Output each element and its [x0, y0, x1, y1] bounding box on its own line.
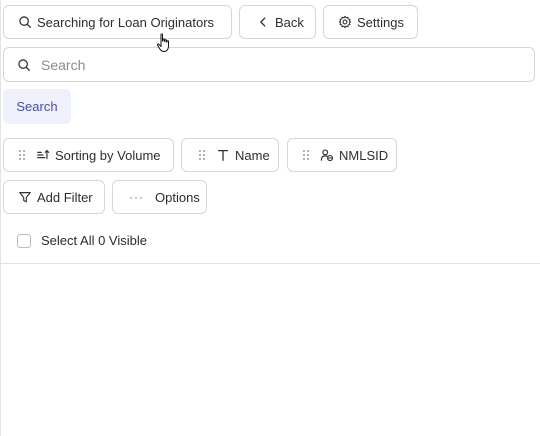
search-icon — [17, 58, 31, 72]
text-type-icon — [216, 148, 230, 162]
hand-pointer-cursor-icon — [156, 33, 172, 53]
user-id-icon — [320, 148, 334, 162]
chevron-left-icon — [256, 15, 270, 29]
column-label: Name — [235, 147, 270, 163]
search-input[interactable] — [39, 55, 519, 74]
column-label: Sorting by Volume — [55, 147, 161, 163]
search-field[interactable] — [3, 47, 535, 82]
app-frame: Searching for Loan Originators Back Sett… — [0, 0, 540, 436]
search-loan-originators-button[interactable]: Searching for Loan Originators — [3, 5, 232, 39]
back-label: Back — [275, 14, 304, 30]
search-loan-originators-label: Searching for Loan Originators — [37, 14, 215, 30]
select-all-row[interactable]: Select All 0 Visible — [17, 233, 147, 248]
divider — [1, 263, 540, 264]
search-submit-button[interactable]: Search — [3, 89, 71, 124]
drag-handle-icon[interactable] — [198, 149, 208, 161]
search-icon — [18, 15, 32, 29]
options-button[interactable]: ··· Options — [112, 180, 207, 214]
drag-handle-icon[interactable] — [18, 149, 28, 161]
select-all-label: Select All 0 Visible — [41, 233, 147, 248]
column-name-button[interactable]: Name — [181, 138, 279, 172]
column-nmlsid-button[interactable]: NMLSID — [287, 138, 397, 172]
sort-ascending-icon — [36, 148, 50, 162]
settings-label: Settings — [357, 14, 404, 30]
column-sort-volume-button[interactable]: Sorting by Volume — [3, 138, 174, 172]
options-label: Options — [155, 189, 200, 205]
back-button[interactable]: Back — [239, 5, 316, 39]
gear-icon — [338, 15, 352, 29]
filter-icon — [18, 190, 32, 204]
column-label: NMLSID — [339, 147, 389, 163]
more-horizontal-icon: ··· — [129, 190, 144, 204]
drag-handle-icon[interactable] — [302, 149, 312, 161]
settings-button[interactable]: Settings — [323, 5, 418, 39]
add-filter-label: Add Filter — [37, 189, 93, 205]
add-filter-button[interactable]: Add Filter — [3, 180, 105, 214]
select-all-checkbox[interactable] — [17, 233, 31, 248]
